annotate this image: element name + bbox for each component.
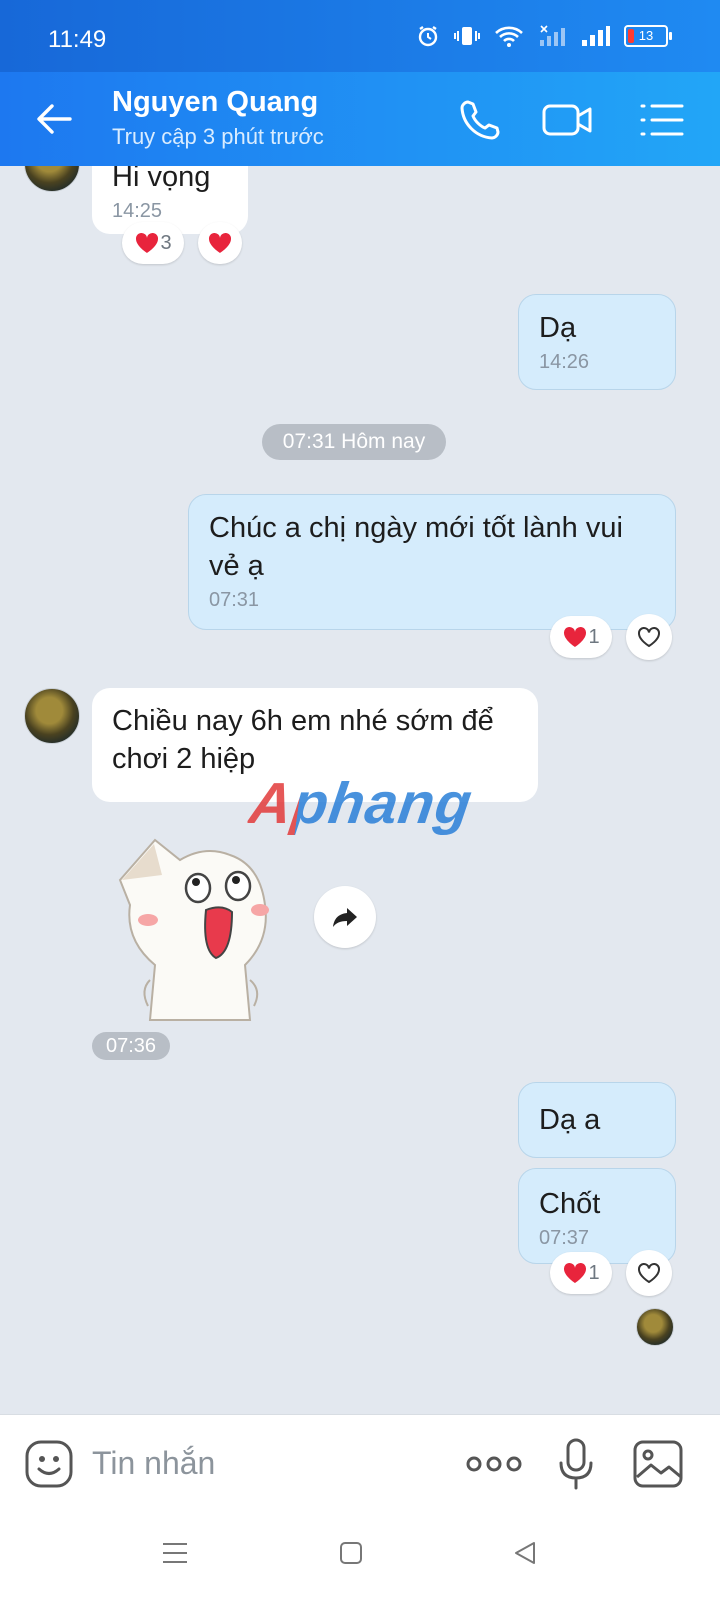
reaction-badge[interactable]: 1 [550, 1252, 612, 1294]
video-camera-icon [542, 104, 592, 136]
heart-icon [136, 232, 159, 253]
forward-button[interactable] [314, 886, 376, 948]
message-time: 07:37 [539, 1227, 590, 1249]
date-divider: 07:31 Hôm nay [262, 424, 446, 460]
phone-icon [460, 100, 500, 140]
arrow-left-icon [37, 104, 72, 134]
message-text: Dạ a [539, 1104, 601, 1136]
message-text: Chốt [539, 1188, 601, 1220]
message-text: Hi vọng [112, 166, 211, 193]
react-button[interactable] [626, 614, 672, 660]
message-bubble-outgoing[interactable]: Dạ a [518, 1082, 676, 1158]
home-button[interactable] [336, 1538, 366, 1568]
system-back-button[interactable] [510, 1538, 540, 1568]
reaction-badge[interactable]: 3 [122, 222, 184, 264]
contact-avatar[interactable] [24, 688, 80, 744]
message-time: 07:31 [209, 589, 260, 611]
battery-level: 13 [638, 28, 654, 43]
status-icons: 13 [416, 24, 672, 48]
system-nav-bar [0, 1514, 720, 1600]
heart-outline-icon [638, 1262, 660, 1284]
contact-name[interactable]: Nguyen Quang [112, 86, 318, 119]
reaction-count: 3 [160, 231, 172, 254]
more-dots-icon [466, 1456, 522, 1472]
emoji-button[interactable] [24, 1439, 74, 1489]
menu-button[interactable] [636, 94, 688, 146]
voice-button[interactable] [556, 1437, 596, 1491]
composer-bar: Tin nhắn [0, 1414, 720, 1515]
call-button[interactable] [454, 94, 506, 146]
status-time: 11:49 [48, 26, 107, 53]
alarm-icon [418, 26, 438, 47]
watermark: Aphang [245, 771, 477, 836]
signal-weak-icon [540, 25, 565, 46]
recents-menu-icon [163, 1543, 187, 1563]
contact-avatar[interactable] [24, 166, 80, 192]
message-text: Chiều nay 6h em nhé sớm để chơi 2 hiệp [112, 705, 494, 775]
more-button[interactable] [466, 1449, 522, 1479]
video-call-button[interactable] [540, 94, 592, 146]
emoji-face-icon [25, 1440, 73, 1488]
seen-avatar [636, 1308, 674, 1346]
message-text: Chúc a chị ngày mới tốt lành vui vẻ ạ [209, 512, 623, 582]
gallery-button[interactable] [632, 1439, 684, 1489]
microphone-icon [559, 1438, 593, 1490]
message-time: 14:25 [112, 200, 163, 222]
wifi-icon [495, 26, 523, 47]
message-bubble-outgoing[interactable]: Chúc a chị ngày mới tốt lành vui vẻ ạ 07… [188, 494, 676, 630]
heart-icon [564, 1262, 587, 1283]
reaction-count: 1 [588, 625, 600, 648]
sticker-time: 07:36 [92, 1032, 170, 1060]
message-time: 14:26 [539, 351, 590, 373]
battery-icon: 13 [624, 25, 672, 47]
list-menu-icon [640, 104, 684, 136]
heart-outline-icon [638, 626, 660, 648]
reaction-badge[interactable]: 1 [550, 616, 612, 658]
status-bar: 11:49 13 [0, 0, 720, 72]
reaction-count: 1 [588, 1261, 600, 1284]
react-button[interactable] [626, 1250, 672, 1296]
contact-status: Truy cập 3 phút trước [112, 124, 324, 149]
image-icon [633, 1440, 683, 1488]
forward-arrow-icon [333, 908, 357, 927]
heart-icon [208, 232, 232, 253]
back-button[interactable] [30, 94, 80, 144]
react-button[interactable] [198, 222, 242, 264]
message-input[interactable]: Tin nhắn [92, 1445, 215, 1482]
message-text: Dạ [539, 312, 577, 344]
sticker[interactable] [110, 830, 280, 1026]
signal-icon [582, 26, 610, 46]
chat-header: Nguyen Quang Truy cập 3 phút trước [0, 72, 720, 166]
vibrate-icon [454, 27, 480, 45]
heart-icon [564, 626, 587, 647]
sticker-cat-image [118, 838, 269, 1021]
recents-button[interactable] [160, 1538, 190, 1568]
back-triangle-icon [515, 1542, 535, 1564]
home-square-icon [340, 1542, 362, 1564]
message-bubble-outgoing[interactable]: Dạ 14:26 [518, 294, 676, 390]
